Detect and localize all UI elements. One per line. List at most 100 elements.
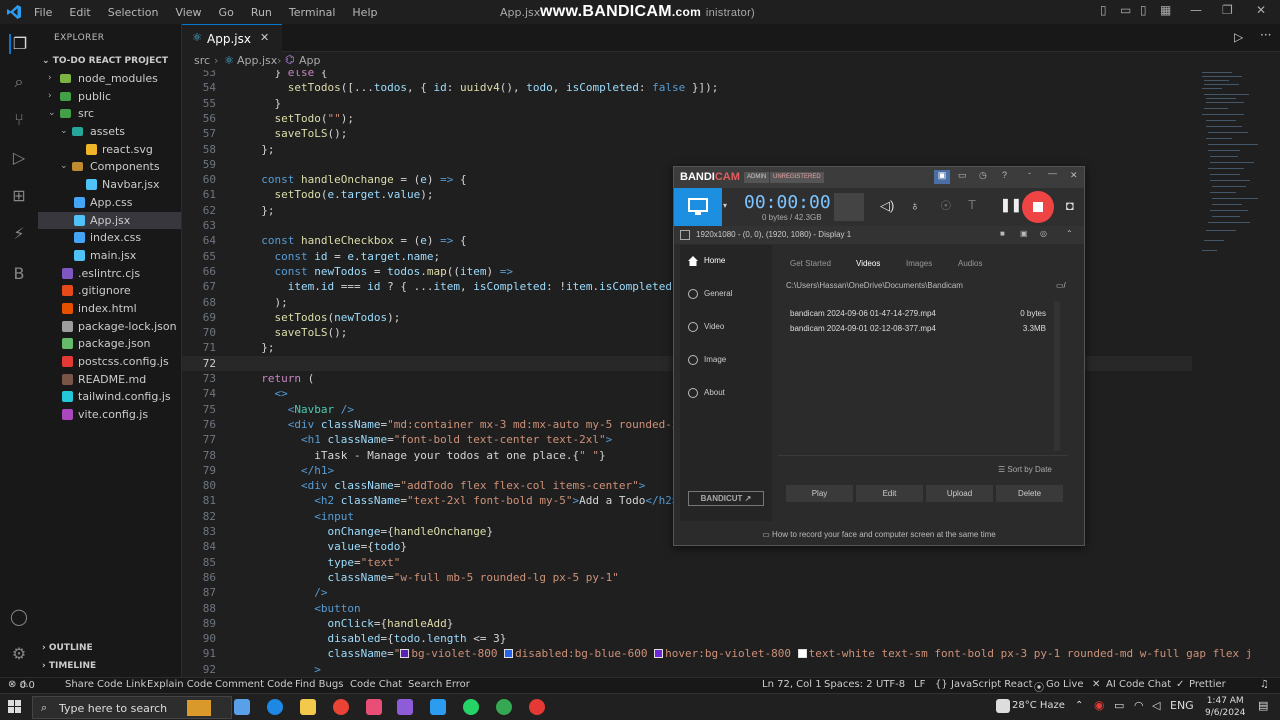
timeline-section[interactable]: › TIMELINE — [38, 657, 96, 675]
menu-edit[interactable]: Edit — [69, 6, 90, 19]
bandicam-nav-video[interactable]: Video — [680, 315, 772, 339]
open-folder-icon[interactable]: ▭/ — [1056, 281, 1066, 290]
notification-center-icon[interactable]: ▤ — [1258, 699, 1268, 712]
tree-item[interactable]: › node_modules — [38, 70, 181, 88]
help-icon[interactable]: ? — [1002, 170, 1007, 180]
task-view-icon[interactable] — [234, 699, 250, 715]
code-line[interactable]: 88 <button — [182, 601, 1192, 616]
language-icon[interactable]: ENG — [1170, 699, 1194, 712]
edit-button[interactable]: Edit — [856, 485, 923, 502]
problems-indicator[interactable]: ⊗ 0 ⚠ 0 — [8, 679, 35, 691]
file-row[interactable]: bandicam 2024-09-06 01-47-14-279.mp4 0 by… — [790, 309, 1060, 323]
code-line[interactable]: 56 setTodo(""); — [182, 111, 1192, 126]
code-line[interactable]: 86 className="w-full mb-5 rounded-lg px-… — [182, 570, 1192, 585]
chrome-alt-icon[interactable] — [496, 699, 512, 715]
bandicut-button[interactable]: BANDICUT ↗ — [688, 491, 764, 506]
menu-go[interactable]: Go — [219, 6, 234, 19]
bandicam-tab-get-started[interactable]: Get Started — [790, 259, 831, 268]
menu-file[interactable]: File — [34, 6, 52, 19]
clock[interactable]: 1:47 AM 9/6/2024 — [1205, 695, 1245, 719]
code-line[interactable]: 53 } else { — [182, 70, 1192, 80]
screenshot-camera-icon[interactable]: ◘ — [1066, 198, 1074, 213]
code-line[interactable]: 57 saveToLS(); — [182, 126, 1192, 141]
source-control-icon[interactable]: ⑂ — [9, 110, 29, 130]
code-line[interactable]: 55 } — [182, 96, 1192, 111]
minimize-icon[interactable]: — — [1190, 3, 1202, 17]
tree-item[interactable]: ⌄ src — [38, 105, 181, 123]
language-mode[interactable]: JavaScript React — [951, 679, 1033, 690]
bandicam-tab-videos[interactable]: Videos — [856, 259, 880, 268]
encoding[interactable]: UTF-8 — [876, 679, 905, 690]
explorer-icon[interactable]: ❐ — [9, 34, 29, 54]
run-debug-icon[interactable]: ▷ — [9, 148, 29, 168]
chrome-icon[interactable] — [333, 699, 349, 715]
windows-start-icon[interactable] — [8, 700, 22, 714]
tree-item[interactable]: index.html — [38, 300, 181, 318]
tree-item[interactable]: tailwind.config.js — [38, 388, 181, 406]
bandicam-taskbar-icon[interactable] — [529, 699, 545, 715]
bandicam-nav-general[interactable]: General — [680, 282, 772, 306]
vscode-icon[interactable] — [430, 699, 446, 715]
unregistered-badge[interactable]: UNREGISTERED — [770, 172, 824, 183]
notifications-bell-icon[interactable]: ♫ — [1260, 679, 1269, 690]
bandicam-nav-image[interactable]: Image — [680, 348, 772, 372]
wifi-icon[interactable]: ◠ — [1134, 699, 1144, 712]
sort-by-date-button[interactable]: ☰ Sort by Date — [998, 465, 1052, 474]
code-line[interactable]: 89 onClick={handleAdd} — [182, 616, 1192, 631]
close-icon[interactable]: ✕ — [1256, 3, 1266, 17]
edge-icon[interactable] — [267, 699, 283, 715]
status-item[interactable]: Explain Code — [147, 679, 212, 690]
bandicam-tab-images[interactable]: Images — [906, 259, 932, 268]
bandicam-tray-icon[interactable]: ◉ — [1094, 698, 1104, 712]
visual-studio-icon[interactable] — [397, 699, 413, 715]
outline-section[interactable]: › OUTLINE — [38, 639, 93, 657]
weather-text[interactable]: 28°C Haze — [1012, 700, 1065, 711]
output-folder-path[interactable]: C:\Users\Hassan\OneDrive\Documents\Bandi… — [786, 281, 963, 290]
code-line[interactable]: 85 type="text" — [182, 555, 1192, 570]
toggle-panel-icon[interactable]: ▭ — [1120, 3, 1131, 17]
indentation[interactable]: Spaces: 2 — [824, 679, 873, 690]
extensions-icon[interactable]: ⊞ — [9, 186, 29, 206]
tree-item[interactable]: main.jsx — [38, 247, 181, 265]
battery-icon[interactable]: ▭ — [1114, 699, 1124, 712]
menu-run[interactable]: Run — [251, 6, 272, 19]
status-item[interactable]: Code Chat — [350, 679, 402, 690]
minimize-icon[interactable]: — — [1048, 168, 1057, 178]
lightning-icon[interactable]: ⚡ — [9, 224, 29, 244]
minimize-to-tray-icon[interactable]: - — [1028, 168, 1031, 178]
tree-item[interactable]: App.jsx — [38, 211, 181, 230]
status-item[interactable]: Share Code Link — [65, 679, 146, 690]
tree-item[interactable]: Navbar.jsx — [38, 176, 181, 194]
menu-view[interactable]: View — [175, 6, 201, 19]
webcam-icon[interactable] — [834, 193, 864, 221]
tree-item[interactable]: package-lock.json — [38, 318, 181, 336]
mode-dropdown-icon[interactable]: ▾ — [723, 201, 727, 210]
code-line[interactable]: 54 setTodos([...todos, { id: uuidv4(), t… — [182, 80, 1192, 95]
tree-item[interactable]: ⌄ assets — [38, 123, 181, 141]
tree-item[interactable]: vite.config.js — [38, 406, 181, 424]
search-icon[interactable]: ⌕ — [9, 72, 29, 92]
pause-icon[interactable]: ❚❚ — [1000, 197, 1022, 213]
image-icon[interactable]: ▣ — [1020, 229, 1028, 238]
go-live-button[interactable]: Go Live — [1046, 679, 1083, 690]
capture-area-checkbox[interactable] — [680, 230, 690, 240]
bandicam-nav-home[interactable]: Home — [680, 249, 772, 273]
tab-app-jsx[interactable]: ⚛ App.jsx ✕ — [182, 24, 282, 52]
cursor-position[interactable]: Ln 72, Col 1 — [762, 679, 822, 690]
lock-icon[interactable]: ▣ — [934, 170, 950, 184]
tree-item[interactable]: README.md — [38, 371, 181, 389]
tree-item[interactable]: package.json — [38, 335, 181, 353]
status-item[interactable]: Search Error — [408, 679, 470, 690]
run-icon[interactable]: ▷ — [1234, 30, 1243, 44]
vscode-logo-icon[interactable] — [6, 4, 22, 20]
tree-item[interactable]: .eslintrc.cjs — [38, 265, 181, 283]
code-line[interactable]: 91 className=" bg-violet-800 disabled:bg-… — [182, 646, 1253, 661]
audio-icon[interactable]: ◎ — [1040, 229, 1047, 238]
taskbar-search-input[interactable]: ⌕ Type here to search — [32, 696, 232, 719]
code-line[interactable]: 90 disabled={todo.length <= 3} — [182, 631, 1192, 646]
bandicam-tab-audios[interactable]: Audios — [958, 259, 982, 268]
bandicam-nav-about[interactable]: About — [680, 381, 772, 405]
tree-item[interactable]: postcss.config.js — [38, 353, 181, 371]
whatsapp-icon[interactable] — [463, 699, 479, 715]
collapse-icon[interactable]: ⌃ — [1066, 229, 1073, 238]
